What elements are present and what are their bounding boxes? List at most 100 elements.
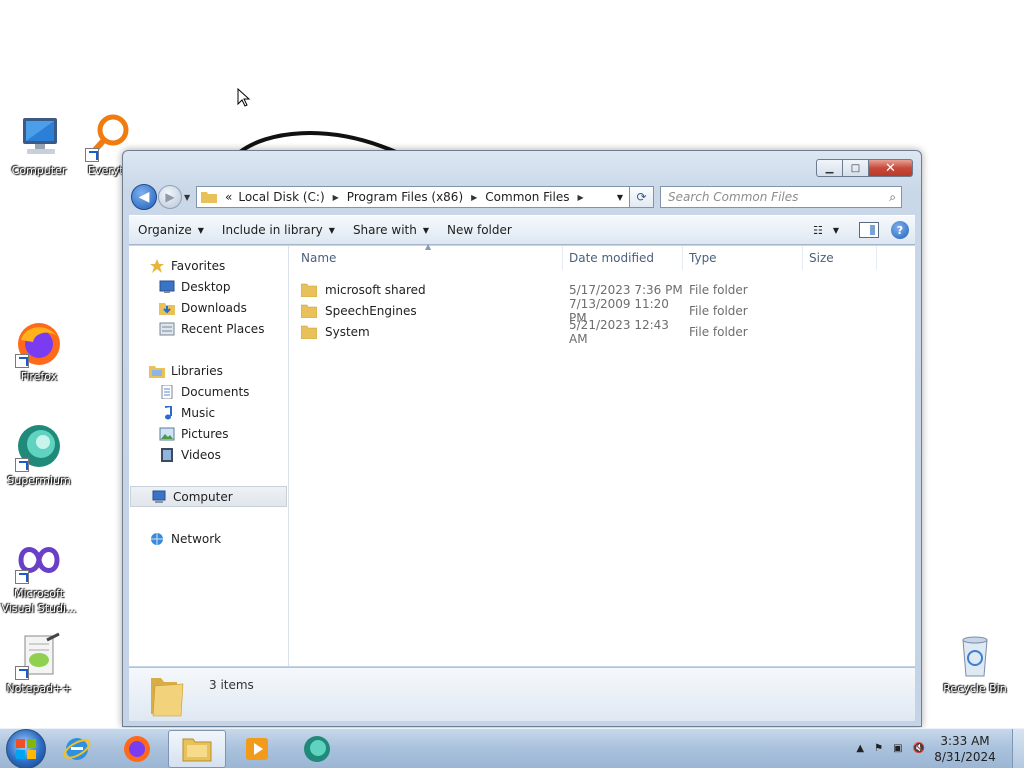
system-tray: ▲ ⚑ ▣ 🔇 3:33 AM 8/31/2024 <box>851 728 1024 768</box>
start-button[interactable] <box>6 728 46 768</box>
breadcrumb-common-files[interactable]: Common Files <box>482 190 572 204</box>
close-button[interactable]: ✕ <box>869 159 913 177</box>
change-view-button[interactable]: ☷ ▼ <box>805 224 847 237</box>
forward-button[interactable]: ▶ <box>158 185 182 209</box>
details-pane: 3 items <box>129 667 915 721</box>
back-button[interactable]: ◀ <box>131 184 157 210</box>
nav-item-label: Downloads <box>181 300 247 315</box>
nav-item-music[interactable]: Music <box>129 402 288 423</box>
taskbar-media-player[interactable] <box>228 730 286 768</box>
close-icon: ✕ <box>885 160 896 176</box>
file-date-modified: 5/17/2023 7:36 PM <box>569 282 683 297</box>
file-type: File folder <box>689 282 748 297</box>
nav-item-label: Documents <box>181 384 250 399</box>
nav-item-label: Computer <box>173 489 233 504</box>
file-list[interactable]: ▲ Name Date modified Type Size microsoft… <box>289 242 915 666</box>
desktop-icon-visual-studio[interactable]: Microsoft Visual Studi... <box>1 536 77 616</box>
column-header-label: Date modified <box>569 251 655 265</box>
firefox-icon <box>15 320 63 368</box>
navigation-pane[interactable]: Favorites Desktop Downloads Recent Place… <box>129 246 289 666</box>
breadcrumb-local-disk[interactable]: Local Disk (C:) <box>235 190 327 204</box>
search-input[interactable]: Search Common Files ⌕ <box>660 186 902 208</box>
nav-item-label: Videos <box>181 447 221 462</box>
include-in-library-button[interactable]: Include in library ▼ <box>213 216 344 244</box>
taskbar-firefox[interactable] <box>108 730 166 768</box>
desktop-icon-label: Computer <box>11 164 67 177</box>
network-status-icon[interactable]: ▣ <box>893 743 902 754</box>
organize-button[interactable]: Organize ▼ <box>129 216 213 244</box>
breadcrumb-separator-icon[interactable]: ▶ <box>328 193 344 202</box>
recent-pages-dropdown[interactable]: ▼ <box>184 193 194 202</box>
address-dropdown-icon[interactable]: ▼ <box>611 193 629 202</box>
nav-item-pictures[interactable]: Pictures <box>129 423 288 444</box>
taskbar-windows-explorer[interactable] <box>168 729 226 768</box>
include-in-library-label: Include in library <box>221 223 323 237</box>
column-header-label: Type <box>689 251 717 265</box>
explorer-window[interactable]: ▁ □ ✕ ◀ ▶ ▼ « Local Disk (C:) ▶ Program … <box>122 150 922 727</box>
nav-item-desktop[interactable]: Desktop <box>129 276 288 297</box>
breadcrumb-separator-icon[interactable]: ▶ <box>572 193 588 202</box>
desktop-icon-label: Microsoft Visual Studi... <box>1 587 77 615</box>
show-hidden-icons-icon[interactable]: ▲ <box>856 743 864 754</box>
taskbar-supermium[interactable] <box>288 730 346 768</box>
desktop-icon-notepadpp[interactable]: Notepad++ <box>1 632 77 696</box>
recycle-bin-icon <box>951 632 999 680</box>
action-center-flag-icon[interactable]: ⚑ <box>874 743 883 754</box>
downloads-icon <box>159 300 175 316</box>
supermium-icon <box>15 424 63 472</box>
nav-item-documents[interactable]: Documents <box>129 381 288 402</box>
nav-item-favorites[interactable]: Favorites <box>129 255 288 276</box>
desktop-icon-computer[interactable]: Computer <box>1 114 77 178</box>
breadcrumb-separator-icon[interactable]: ▶ <box>466 193 482 202</box>
desktop-icon-label: Notepad++ <box>6 682 72 695</box>
new-folder-button[interactable]: New folder <box>438 216 521 244</box>
volume-muted-icon[interactable]: 🔇 <box>913 743 925 754</box>
nav-item-libraries[interactable]: Libraries <box>129 360 288 381</box>
maximize-button[interactable]: □ <box>843 159 869 177</box>
content-area: Favorites Desktop Downloads Recent Place… <box>129 242 915 666</box>
column-header-name[interactable]: ▲ Name <box>289 242 563 270</box>
clock[interactable]: 3:33 AM 8/31/2024 <box>930 733 1000 765</box>
search-icon[interactable]: ⌕ <box>889 190 896 205</box>
desktop-icon-label: Firefox <box>20 370 58 383</box>
breadcrumb-overflow[interactable]: « <box>222 190 235 204</box>
star-icon <box>149 258 165 274</box>
breadcrumb-program-files[interactable]: Program Files (x86) <box>344 190 466 204</box>
address-bar[interactable]: « Local Disk (C:) ▶ Program Files (x86) … <box>196 186 630 208</box>
computer-icon <box>151 489 167 505</box>
shortcut-arrow-icon <box>15 570 29 584</box>
file-row[interactable]: System 5/21/2023 12:43 AM File folder <box>289 318 915 346</box>
help-button[interactable]: ? <box>891 221 909 239</box>
column-header-type[interactable]: Type <box>683 246 803 270</box>
clock-date: 8/31/2024 <box>934 749 996 764</box>
nav-item-videos[interactable]: Videos <box>129 444 288 465</box>
nav-item-network[interactable]: Network <box>129 528 288 549</box>
nav-item-downloads[interactable]: Downloads <box>129 297 288 318</box>
nav-item-recent-places[interactable]: Recent Places <box>129 318 288 339</box>
taskbar: ▲ ⚑ ▣ 🔇 3:33 AM 8/31/2024 <box>0 728 1024 768</box>
dropdown-arrow-icon: ▼ <box>422 225 429 235</box>
show-desktop-button[interactable] <box>1012 728 1024 768</box>
share-with-label: Share with <box>352 223 417 237</box>
firefox-icon <box>124 735 150 762</box>
shortcut-arrow-icon <box>15 354 29 368</box>
shortcut-arrow-icon <box>15 666 29 680</box>
nav-item-computer[interactable]: Computer <box>130 486 287 507</box>
minimize-button[interactable]: ▁ <box>816 159 843 177</box>
desktop-icon-recycle-bin[interactable]: Recycle Bin <box>937 632 1013 696</box>
item-count: 3 items <box>209 678 254 692</box>
column-header-date-modified[interactable]: Date modified <box>563 246 683 270</box>
taskbar-internet-explorer[interactable] <box>48 730 106 768</box>
media-player-icon <box>246 737 268 760</box>
pictures-icon <box>159 426 175 442</box>
libraries-icon <box>149 363 165 379</box>
desktop-icon-supermium[interactable]: Supermium <box>1 424 77 488</box>
nav-item-label: Music <box>181 405 216 420</box>
desktop-icon-firefox[interactable]: Firefox <box>1 320 77 384</box>
column-header-size[interactable]: Size <box>803 246 877 270</box>
refresh-button[interactable]: ⟳ <box>630 186 654 208</box>
preview-pane-button[interactable] <box>859 222 879 238</box>
sort-ascending-icon: ▲ <box>425 242 432 251</box>
notepad-plus-plus-icon <box>15 632 63 680</box>
share-with-button[interactable]: Share with ▼ <box>344 216 438 244</box>
